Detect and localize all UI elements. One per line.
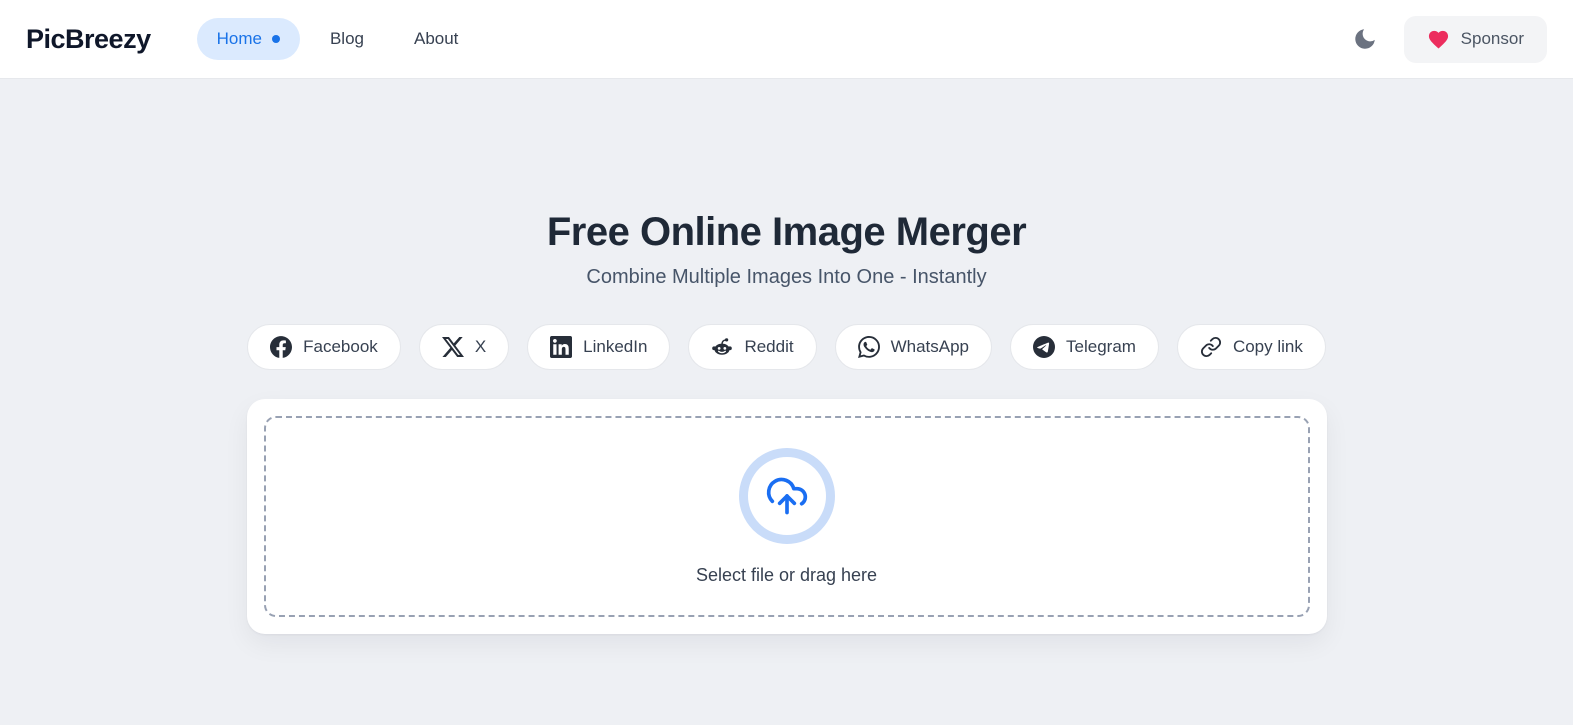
share-facebook-label: Facebook [303, 337, 378, 356]
share-x-label: X [474, 337, 487, 356]
share-facebook-button[interactable]: Facebook [247, 324, 401, 370]
dropzone-label: Select file or drag here [695, 564, 878, 585]
link-icon [1200, 336, 1221, 358]
share-whatsapp-button[interactable]: WhatsApp [834, 324, 993, 370]
x-icon [441, 337, 464, 357]
share-reddit-button[interactable]: Reddit [688, 324, 817, 370]
share-telegram-button[interactable]: Telegram [1010, 324, 1159, 370]
brand-logo[interactable]: PicBreezy [26, 24, 151, 55]
nav-item-blog-label: Blog [329, 29, 364, 48]
share-button-row: Facebook X LinkedIn Reddit WhatsApp Tele… [0, 324, 1573, 370]
heart-icon [1428, 30, 1448, 48]
copy-link-label: Copy link [1232, 337, 1303, 356]
cloud-upload-icon [766, 477, 807, 514]
nav-item-about[interactable]: About [394, 18, 478, 60]
linkedin-icon [550, 336, 573, 358]
header-actions: Sponsor [1352, 15, 1547, 63]
whatsapp-icon [857, 336, 880, 358]
upload-circle [738, 447, 835, 544]
page-title: Free Online Image Merger [546, 210, 1027, 254]
share-telegram-label: Telegram [1066, 337, 1136, 356]
active-dot-icon [271, 35, 280, 43]
nav-item-home[interactable]: Home [196, 18, 300, 60]
reddit-icon [712, 338, 733, 355]
nav-item-about-label: About [413, 29, 459, 48]
share-linkedin-button[interactable]: LinkedIn [527, 324, 671, 370]
moon-icon[interactable] [1352, 26, 1378, 52]
main-content: Free Online Image Merger Combine Multipl… [0, 210, 1573, 634]
share-linkedin-label: LinkedIn [583, 337, 648, 356]
share-whatsapp-label: WhatsApp [890, 337, 970, 356]
copy-link-button[interactable]: Copy link [1176, 324, 1326, 370]
sponsor-button[interactable]: Sponsor [1403, 15, 1547, 63]
nav-item-home-label: Home [216, 29, 262, 48]
share-reddit-label: Reddit [744, 337, 794, 356]
facebook-icon [270, 336, 293, 358]
sponsor-button-label: Sponsor [1460, 29, 1524, 48]
header: PicBreezy Home Blog About Sponsor [0, 0, 1573, 79]
nav-item-blog[interactable]: Blog [310, 18, 384, 60]
share-x-button[interactable]: X [418, 324, 510, 370]
main-nav: Home Blog About [196, 18, 479, 60]
page-subtitle: Combine Multiple Images Into One - Insta… [586, 266, 987, 288]
upload-card: Select file or drag here [246, 399, 1327, 634]
telegram-icon [1033, 336, 1056, 358]
file-dropzone[interactable]: Select file or drag here [263, 416, 1310, 617]
